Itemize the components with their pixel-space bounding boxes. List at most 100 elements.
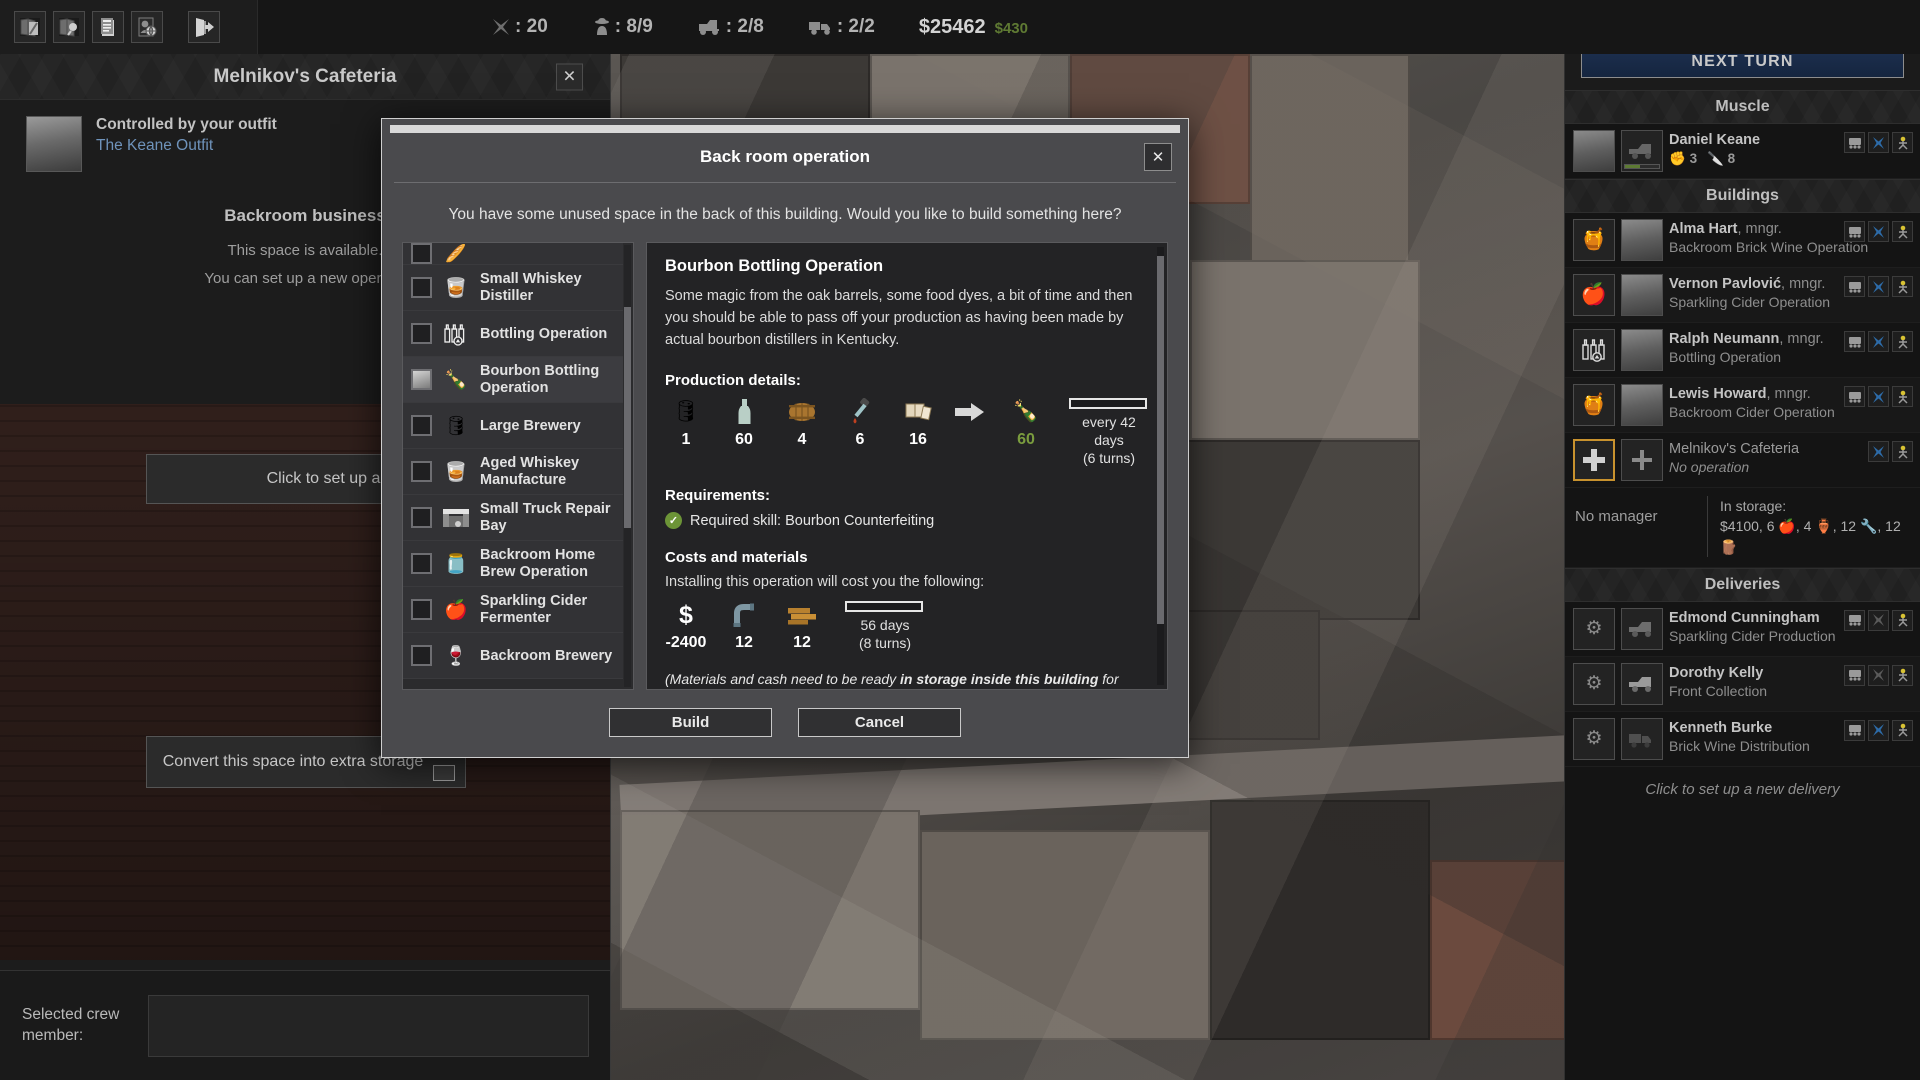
avatar[interactable] [1621,274,1663,316]
avatar[interactable] [1573,130,1615,172]
outfit-link[interactable]: The Keane Outfit [96,137,277,155]
cider-bottle-icon[interactable]: 🍎 [1573,274,1615,316]
crew-slot[interactable] [148,995,589,1057]
list-item[interactable]: 🍯 Lewis Howard, mngr. Backroom Cider Ope… [1565,378,1920,433]
operation-checkbox[interactable] [411,461,432,482]
gears-icon[interactable]: ⚙ [1573,663,1615,705]
list-item[interactable]: Small Truck Repair Bay [403,495,623,541]
avatar[interactable] [1621,219,1663,261]
brew-bottle-icon: 🍷 [441,644,471,668]
list-item[interactable]: ⚙ Kenneth Burke Brick Wine Distribution [1565,712,1920,767]
operation-checkbox[interactable] [411,553,432,574]
close-icon[interactable]: ✕ [556,63,583,90]
target-icon[interactable] [1892,610,1913,631]
list-item[interactable]: 🍷 Backroom Brewery [403,633,623,679]
cost-item: 12 [781,600,823,652]
operation-label: Sparkling Cider Fermenter [480,593,615,626]
stat-cars-value: : 2/8 [726,16,764,38]
truck-icon[interactable] [1621,718,1663,760]
build-button[interactable]: Build [609,708,772,737]
move-icon[interactable] [1868,132,1889,153]
move-icon[interactable] [1868,665,1889,686]
input-item: 16 [897,397,939,449]
chat-icon[interactable] [1844,331,1865,352]
list-item[interactable]: 🍯 Alma Hart, mngr. Backroom Brick Wine O… [1565,213,1920,268]
map-overview-icon[interactable] [14,11,46,43]
operation-checkbox[interactable] [411,277,432,298]
cost-value: 12 [781,634,823,652]
cancel-button[interactable]: Cancel [798,708,961,737]
chat-icon[interactable] [1844,610,1865,631]
operation-checkbox[interactable] [411,369,432,390]
influence-icon [490,17,512,37]
bourbon-bottle-icon: 🍾 [1005,397,1047,427]
cider-jar-icon[interactable]: 🍯 [1573,384,1615,426]
car-icon[interactable] [1621,608,1663,650]
list-item[interactable]: 🥖 [403,243,623,265]
wine-jar-icon[interactable]: 🍯 [1573,219,1615,261]
move-icon[interactable] [1868,221,1889,242]
list-item[interactable]: 🥃 Small Whiskey Distiller [403,265,623,311]
operation-checkbox[interactable] [411,415,432,436]
operation-checkbox[interactable] [411,599,432,620]
operation-checkbox[interactable] [411,645,432,666]
car-icon[interactable] [1621,663,1663,705]
exit-icon[interactable] [188,11,220,43]
chat-icon[interactable] [1844,132,1865,153]
gears-icon[interactable]: ⚙ [1573,608,1615,650]
chat-icon[interactable] [1844,665,1865,686]
detail-scrollbar[interactable] [1157,247,1164,685]
move-icon[interactable] [1868,331,1889,352]
car-icon[interactable] [1621,130,1663,172]
cost-value: 12 [723,634,765,652]
target-icon[interactable] [1892,441,1913,462]
gears-icon[interactable]: ⚙ [1573,718,1615,760]
operation-checkbox[interactable] [411,243,432,264]
target-icon[interactable] [1892,221,1913,242]
move-icon[interactable] [1868,441,1889,462]
operation-list-inner: 🥖 🥃 Small Whiskey Distiller Bottling [403,243,623,689]
chat-icon[interactable] [1844,221,1865,242]
operation-checkbox[interactable] [411,323,432,344]
avatar[interactable] [1621,384,1663,426]
operation-checkbox[interactable] [411,507,432,528]
list-item[interactable]: 🍎 Sparkling Cider Fermenter [403,587,623,633]
operation-list[interactable]: 🥖 🥃 Small Whiskey Distiller Bottling [402,242,634,690]
plus-icon[interactable] [1573,439,1615,481]
avatar[interactable] [1621,329,1663,371]
list-item[interactable]: Ralph Neumann, mngr. Bottling Operation [1565,323,1920,378]
target-icon[interactable] [1892,665,1913,686]
list-item[interactable]: 🍎 Vernon Pavlović, mngr. Sparkling Cider… [1565,268,1920,323]
footnote-part-a: (Materials and cash need to be ready [665,671,900,687]
target-icon[interactable] [1892,276,1913,297]
target-icon[interactable] [1892,386,1913,407]
list-item-selected[interactable]: 🍾 Bourbon Bottling Operation [403,357,623,403]
list-item[interactable]: ⚙ Edmond Cunningham Sparkling Cider Prod… [1565,602,1920,657]
move-icon[interactable] [1868,720,1889,741]
list-item[interactable]: 🥃 Aged Whiskey Manufacture [403,449,623,495]
target-icon[interactable] [1892,331,1913,352]
plus-icon[interactable] [1621,439,1663,481]
list-item-selected-building[interactable]: Melnikov's Cafeteria No operation [1565,433,1920,488]
list-item[interactable]: 🛢 Large Brewery [403,403,623,449]
contacts-globe-icon[interactable] [131,11,163,43]
chat-icon[interactable] [1844,276,1865,297]
target-icon[interactable] [1892,720,1913,741]
target-icon[interactable] [1892,132,1913,153]
move-icon[interactable] [1868,276,1889,297]
resource-stats: : 20 : 8/9 : 2/8 : 2/2 $2 [258,0,1260,54]
chat-icon[interactable] [1844,386,1865,407]
list-item[interactable]: 🫙 Backroom Home Brew Operation [403,541,623,587]
move-icon[interactable] [1868,610,1889,631]
list-item[interactable]: ⚙ Dorothy Kelly Front Collection [1565,657,1920,712]
list-item[interactable]: Bottling Operation [403,311,623,357]
setup-delivery-button[interactable]: Click to set up a new delivery [1565,767,1920,812]
close-icon[interactable]: ✕ [1144,143,1172,171]
bottles-icon[interactable] [1573,329,1615,371]
move-icon[interactable] [1868,386,1889,407]
map-search-icon[interactable] [53,11,85,43]
chat-icon[interactable] [1844,720,1865,741]
list-item[interactable]: Daniel Keane ✊ 3 🔪 8 [1565,124,1920,179]
ledger-icon[interactable] [92,11,124,43]
operation-list-scrollbar[interactable] [624,245,631,687]
